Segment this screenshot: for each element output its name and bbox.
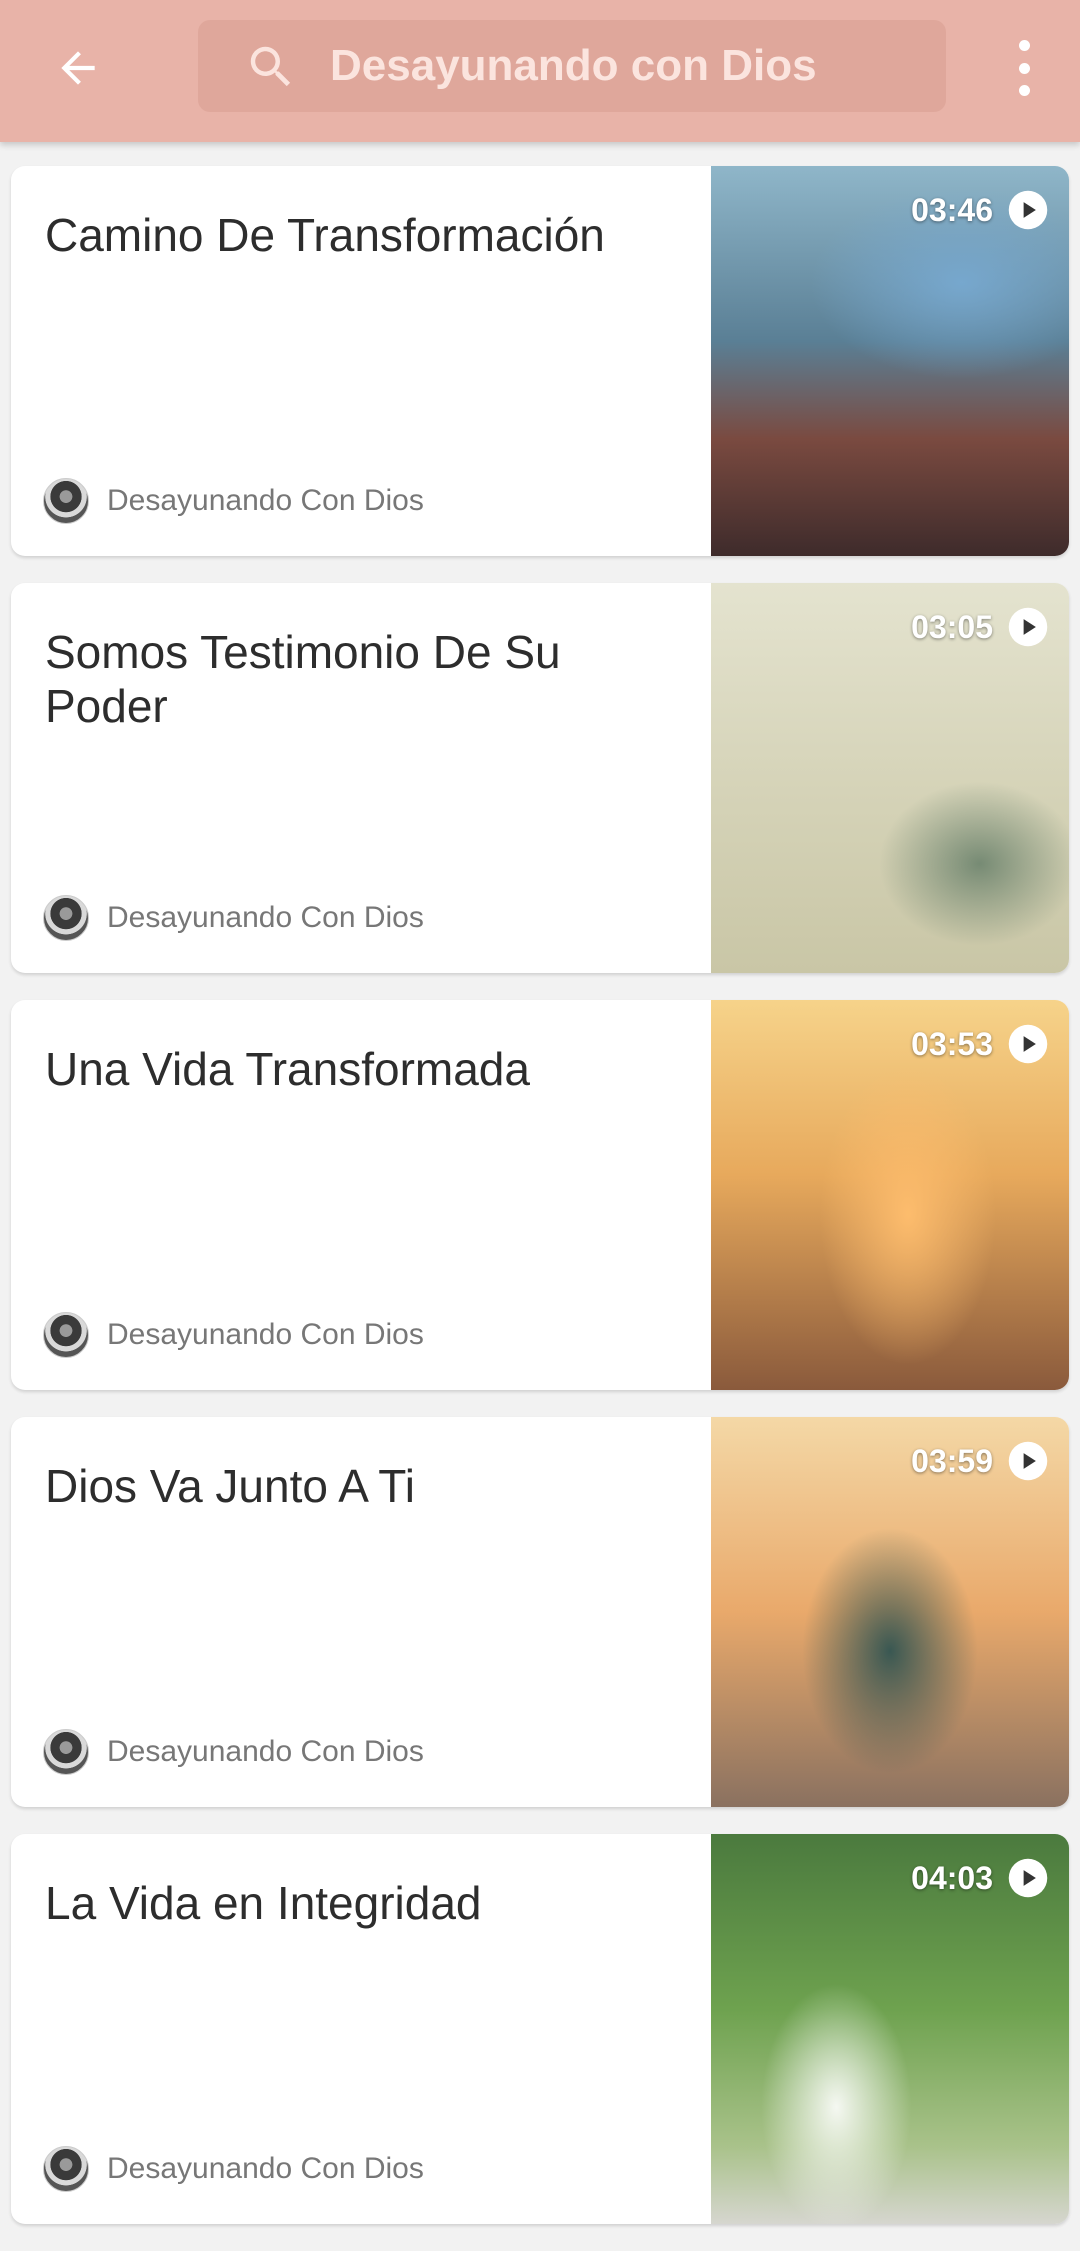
duration-badge: 03:53 [911,1022,1049,1066]
channel-name: Desayunando Con Dios [107,2152,424,2185]
channel-avatar [43,1729,89,1775]
video-title: La Vida en Integridad [45,1877,482,1929]
play-circle-icon [1008,1858,1048,1898]
video-card[interactable]: Somos Testimonio De Su Poder Desayunando… [11,583,1069,973]
video-card[interactable]: Dios Va Junto A Ti Desayunando Con Dios … [11,1417,1069,1807]
channel-name: Desayunando Con Dios [107,901,424,934]
duration-badge: 03:59 [911,1439,1049,1483]
more-vert-icon[interactable] [1004,40,1044,96]
video-thumbnail[interactable]: 04:03 [711,1834,1069,2224]
video-card[interactable]: La Vida en Integridad Desayunando Con Di… [11,1834,1069,2224]
video-thumbnail[interactable]: 03:46 [711,166,1069,556]
play-circle-icon [1008,607,1048,647]
channel-name: Desayunando Con Dios [107,1735,424,1768]
video-thumbnail[interactable]: 03:59 [711,1417,1069,1807]
channel-name: Desayunando Con Dios [107,1318,424,1351]
channel-row: Desayunando Con Dios [43,2146,424,2192]
search-query[interactable]: Desayunando con Dios [330,20,817,112]
video-title: Camino De Transformación [45,209,605,261]
video-list: Camino De Transformación Desayunando Con… [0,166,1080,2251]
channel-avatar [43,2146,89,2192]
channel-row: Desayunando Con Dios [43,1729,424,1775]
video-title: Somos Testimonio De Su Poder [45,626,561,732]
video-duration: 03:53 [911,1025,993,1062]
channel-name: Desayunando Con Dios [107,484,424,517]
video-thumbnail[interactable]: 03:53 [711,1000,1069,1390]
video-card[interactable]: Camino De Transformación Desayunando Con… [11,166,1069,556]
duration-badge: 04:03 [911,1856,1049,1900]
play-circle-icon [1008,190,1048,230]
video-duration: 04:03 [911,1859,993,1896]
app-bar: Desayunando con Dios [0,0,1080,142]
channel-row: Desayunando Con Dios [43,895,424,941]
channel-avatar [43,895,89,941]
play-circle-icon [1008,1441,1048,1481]
video-duration: 03:59 [911,1442,993,1479]
video-thumbnail[interactable]: 03:05 [711,583,1069,973]
back-arrow-icon[interactable] [48,38,108,98]
play-circle-icon [1008,1024,1048,1064]
video-duration: 03:05 [911,608,993,645]
duration-badge: 03:46 [911,188,1049,232]
search-icon [250,46,291,87]
channel-avatar [43,1312,89,1358]
channel-avatar [43,478,89,524]
video-title: Dios Va Junto A Ti [45,1460,415,1512]
channel-row: Desayunando Con Dios [43,1312,424,1358]
search-box[interactable]: Desayunando con Dios [198,20,946,112]
video-card[interactable]: Una Vida Transformada Desayunando Con Di… [11,1000,1069,1390]
duration-badge: 03:05 [911,605,1049,649]
channel-row: Desayunando Con Dios [43,478,424,524]
video-title: Una Vida Transformada [45,1043,530,1095]
video-duration: 03:46 [911,191,993,228]
